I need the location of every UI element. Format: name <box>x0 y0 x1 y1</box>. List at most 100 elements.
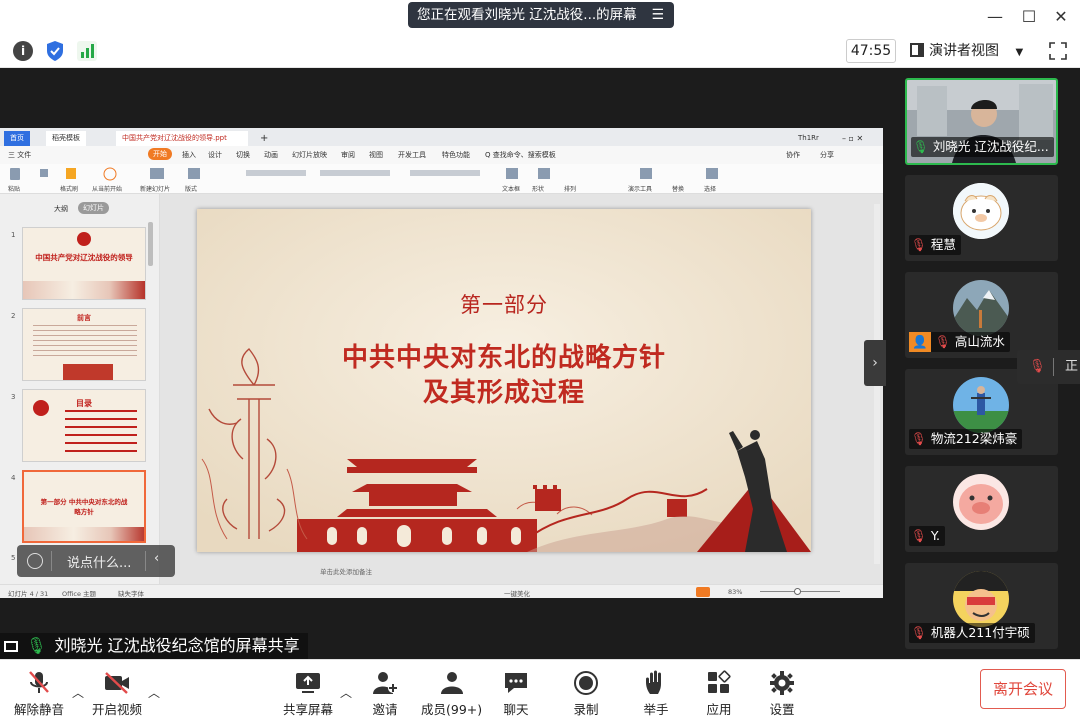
thumbnail-scrollbar[interactable] <box>148 222 153 266</box>
members-icon <box>440 672 463 694</box>
thumb-body-text <box>33 325 137 359</box>
wps-menu-file[interactable]: 三 文件 <box>8 150 31 160</box>
status-font-missing[interactable]: 缺失字体 <box>118 588 144 598</box>
wps-menu-design[interactable]: 设计 <box>208 150 222 160</box>
ribbon-arrange[interactable]: 排列 <box>564 184 576 193</box>
play-slideshow-icon[interactable] <box>696 587 710 597</box>
signal-strength-icon[interactable] <box>77 41 97 61</box>
wps-menu-transition[interactable]: 切换 <box>236 150 250 160</box>
collapse-panel-button[interactable]: › <box>864 340 886 386</box>
wps-tab-document[interactable]: 中国共产党对辽沈战役的领导.ppt <box>116 131 248 146</box>
wps-menu-slideshow[interactable]: 幻灯片放映 <box>292 150 327 160</box>
ribbon-format-painter[interactable]: 格式刷 <box>60 184 78 193</box>
chat-placeholder[interactable]: 说点什么... <box>67 552 131 571</box>
panel-tab-slides[interactable]: 幻灯片 <box>78 202 109 214</box>
screen-share-banner[interactable]: 您正在观看刘晓光 辽沈战役...的屏幕 ☰ <box>408 2 674 28</box>
ribbon-presenter-tools[interactable]: 演示工具 <box>628 184 652 193</box>
chat-quick-input[interactable]: 说点什么... ‹ <box>17 545 175 577</box>
ribbon-paste[interactable]: 粘贴 <box>8 184 20 193</box>
slide-title-line-1: 中共中央对东北的战略方针 <box>341 343 666 372</box>
chat-label: 聊天 <box>503 702 529 717</box>
chevron-left-icon[interactable]: ‹ <box>154 551 159 566</box>
slide-thumbnail-2[interactable]: 前言 <box>22 308 146 381</box>
chat-button[interactable]: 聊天 <box>502 670 530 718</box>
chevron-up-icon[interactable]: ︿ <box>340 684 352 701</box>
divider <box>145 551 146 571</box>
zoom-slider-handle[interactable] <box>794 588 801 595</box>
fullscreen-icon[interactable] <box>1048 41 1068 61</box>
wps-collaborate[interactable]: 协作 <box>786 150 800 160</box>
thumb-title: 第一部分 中共中央对东北的战略方针 <box>40 498 128 516</box>
status-zoom[interactable]: 83% <box>728 588 742 596</box>
minimize-icon[interactable]: — <box>984 6 1006 28</box>
raise-hand-label: 举手 <box>643 702 669 717</box>
participant-tile[interactable]: 🎙 程慧 <box>905 175 1058 261</box>
chevron-up-icon[interactable]: ︿ <box>72 684 84 701</box>
wps-menu-view[interactable]: 视图 <box>369 150 383 160</box>
members-button[interactable]: 成员(99+) <box>421 670 482 718</box>
unmute-button[interactable]: 解除静音 <box>14 670 64 718</box>
status-beautify[interactable]: 一键美化 <box>504 588 530 598</box>
thumb-title: 中国共产党对辽沈战役的领导 <box>35 253 133 262</box>
mic-muted-icon: 🎙 <box>911 625 927 640</box>
ribbon-replace[interactable]: 替换 <box>672 184 684 193</box>
ribbon-select[interactable]: 选择 <box>704 184 716 193</box>
info-icon[interactable]: i <box>13 41 33 61</box>
bottom-control-bar <box>0 659 1080 719</box>
wps-tab-templates[interactable]: 稻壳模板 <box>46 131 86 146</box>
participant-tile[interactable]: 🎙 Y. <box>905 466 1058 552</box>
settings-button[interactable]: 设置 <box>768 670 796 718</box>
speaker-view-button[interactable]: 演讲者视图 ▼ <box>910 39 1038 63</box>
start-video-button[interactable]: 开启视频 <box>92 670 142 718</box>
share-owner-text: 刘晓光 辽沈战役纪念馆的屏幕共享 <box>54 636 300 655</box>
participant-name-label: 🎙 物流212梁炜豪 <box>909 429 1023 449</box>
invite-button[interactable]: 邀请 <box>371 670 399 718</box>
menu-icon[interactable]: ☰ <box>651 2 664 28</box>
wps-menu-insert[interactable]: 插入 <box>182 150 196 160</box>
participant-tile[interactable]: 👤 🎙 高山流水 <box>905 272 1058 358</box>
security-shield-icon[interactable] <box>45 40 65 62</box>
chevron-up-icon[interactable]: ︿ <box>148 684 160 701</box>
share-screen-button[interactable]: 共享屏幕 <box>283 670 333 718</box>
ribbon-shape[interactable]: 形状 <box>532 184 544 193</box>
thumb-decoration <box>63 364 113 380</box>
raise-hand-button[interactable]: 举手 <box>642 670 670 718</box>
slide-thumbnail-1[interactable]: 中国共产党对辽沈战役的领导 <box>22 227 146 300</box>
leave-meeting-button[interactable]: 离开会议 <box>980 669 1066 709</box>
participant-tile[interactable]: 🎙 刘晓光 辽沈战役纪... <box>905 78 1058 165</box>
ribbon-new-slide[interactable]: 新建幻灯片 <box>140 184 170 193</box>
wps-window-controls[interactable]: – ▫ ✕ <box>836 131 869 146</box>
notes-hint[interactable]: 单击此处添加备注 <box>320 566 372 576</box>
participant-name-label: 👤 🎙 高山流水 <box>909 332 1010 352</box>
gear-icon <box>770 671 794 695</box>
panel-tab-outline[interactable]: 大纲 <box>54 204 68 214</box>
close-icon[interactable]: ✕ <box>1050 6 1072 28</box>
participant-name: 刘晓光 辽沈战役纪... <box>932 139 1049 154</box>
divider <box>51 551 52 571</box>
record-icon <box>574 671 598 695</box>
slide-thumbnail-3[interactable]: 目录 <box>22 389 146 462</box>
maximize-icon[interactable]: ☐ <box>1018 6 1040 28</box>
apps-button[interactable]: 应用 <box>705 670 733 718</box>
wps-user[interactable]: Th1Rr <box>792 131 825 146</box>
ribbon-textbox[interactable]: 文本框 <box>502 184 520 193</box>
participant-tile[interactable]: 🎙 机器人211付宇硕 <box>905 563 1058 649</box>
wps-share[interactable]: 分享 <box>820 150 834 160</box>
wps-menu-review[interactable]: 审阅 <box>341 150 355 160</box>
host-icon: 👤 <box>909 332 931 352</box>
ribbon-from-current[interactable]: 从当前开始 <box>92 184 122 193</box>
wps-search[interactable]: Q 查找命令、搜索模板 <box>485 150 556 160</box>
wps-menu-animation[interactable]: 动画 <box>264 150 278 160</box>
record-button[interactable]: 录制 <box>572 670 600 718</box>
wps-menu-features[interactable]: 特色功能 <box>442 150 470 160</box>
avatar <box>953 474 1009 530</box>
wps-tab-home[interactable]: 首页 <box>4 131 30 146</box>
new-tab-icon[interactable]: + <box>254 131 274 146</box>
participant-name-label: 🎙 Y. <box>909 526 945 546</box>
wps-menu-devtools[interactable]: 开发工具 <box>398 150 426 160</box>
slide-thumbnail-4-selected[interactable]: 第一部分 中共中央对东北的战略方针 <box>22 470 146 543</box>
wps-menu-home[interactable]: 开始 <box>148 148 172 160</box>
emoji-icon[interactable] <box>27 553 43 569</box>
ribbon-layout[interactable]: 版式 <box>185 184 197 193</box>
members-label: 成员(99+) <box>421 702 483 717</box>
